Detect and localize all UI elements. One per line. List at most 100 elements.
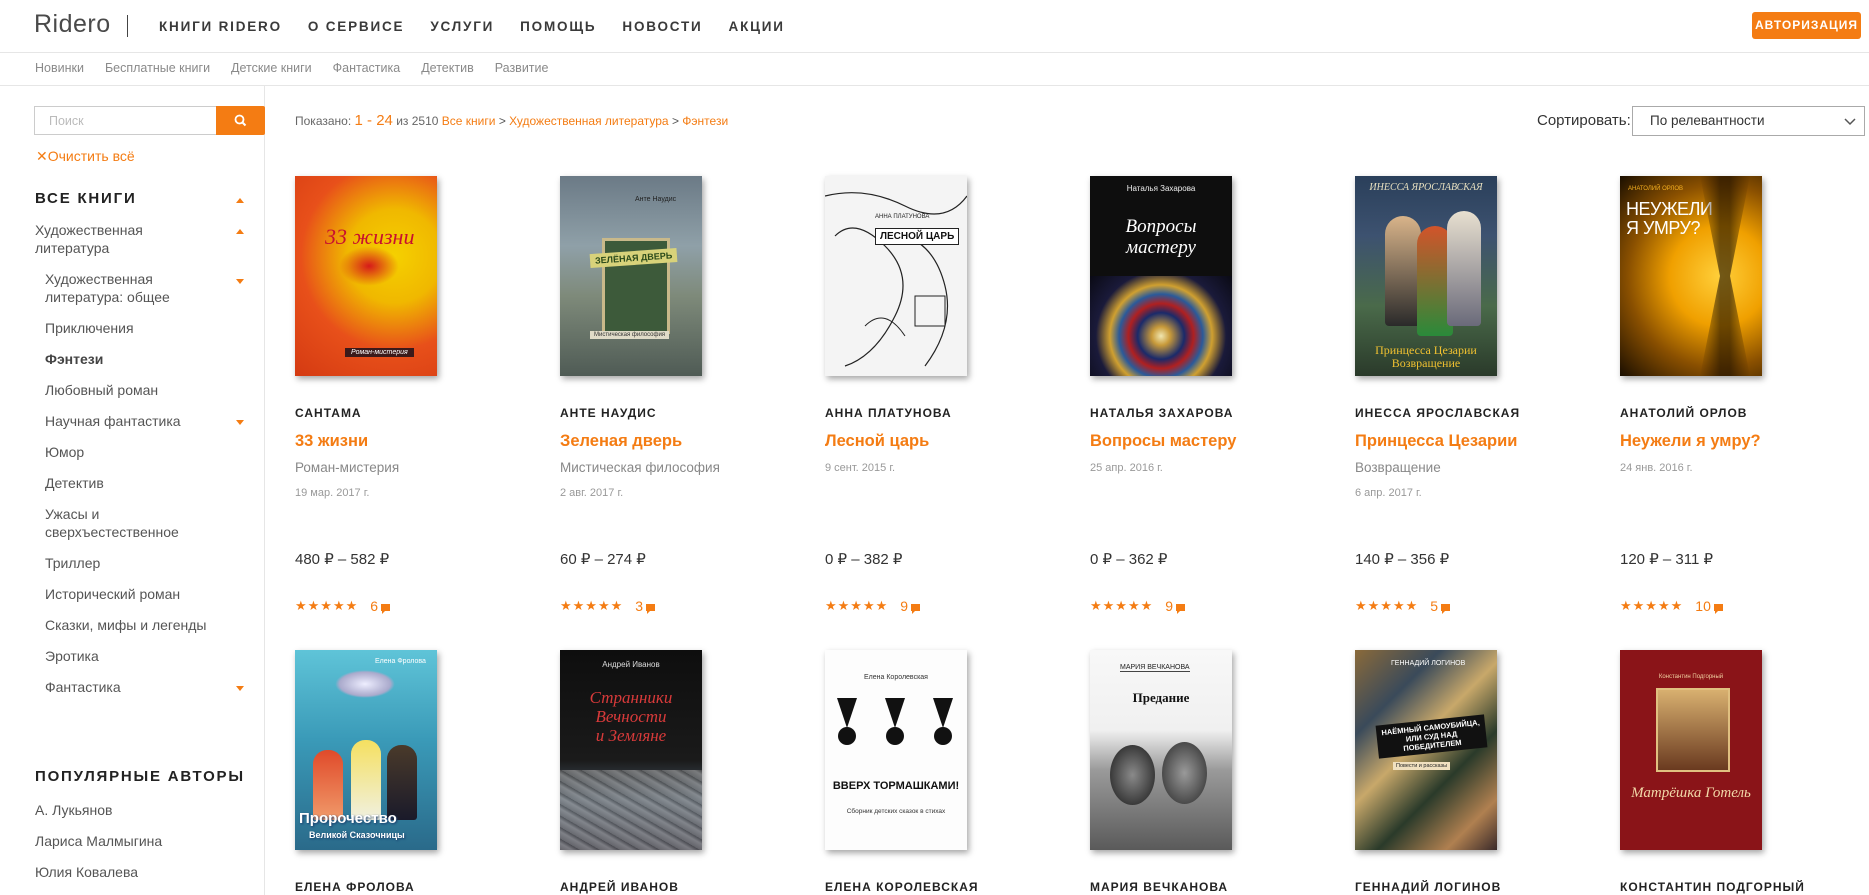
- category-thriller[interactable]: Триллер: [45, 554, 100, 572]
- book-title[interactable]: Вопросы мастеру: [1090, 432, 1236, 451]
- review-count[interactable]: 3: [635, 598, 643, 614]
- nav-help[interactable]: ПОМОЩЬ: [520, 19, 596, 34]
- book-rating: ★★★★★ 3: [560, 598, 656, 614]
- book-cover[interactable]: Наталья Захарова Вопросы мастеру: [1090, 176, 1232, 376]
- category-science-fiction[interactable]: Научная фантастика: [45, 412, 181, 430]
- ridero-logo[interactable]: Ridero: [34, 10, 111, 39]
- category-fiction-general[interactable]: Художественная литература: общее: [45, 270, 205, 306]
- category-fantasy[interactable]: Фэнтези: [45, 350, 103, 368]
- book-date: 2 авг. 2017 г.: [560, 487, 624, 499]
- sort-dropdown[interactable]: По релевантности: [1632, 106, 1865, 136]
- breadcrumb-fantasy[interactable]: Фэнтези: [682, 114, 728, 128]
- book-author[interactable]: АННА ПЛАТУНОВА: [825, 406, 952, 420]
- breadcrumb-all-books[interactable]: Все книги: [442, 114, 496, 128]
- results-total: из 2510: [396, 114, 439, 128]
- main-nav: КНИГИ RIDERO О СЕРВИСЕ УСЛУГИ ПОМОЩЬ НОВ…: [159, 19, 811, 34]
- book-cover[interactable]: АННА ПЛАТУНОВА ЛЕСНОЙ ЦАРЬ: [825, 176, 967, 376]
- review-count[interactable]: 6: [370, 598, 378, 614]
- book-title[interactable]: Зеленая дверь: [560, 432, 682, 451]
- nav-services[interactable]: УСЛУГИ: [430, 19, 494, 34]
- book-cover[interactable]: 33 жизни Роман-мистерия: [295, 176, 437, 376]
- nav-books-ridero[interactable]: КНИГИ RIDERO: [159, 19, 282, 34]
- star-rating-icon: ★★★★★: [295, 598, 359, 613]
- popular-author-link[interactable]: Юлия Ковалева: [35, 864, 138, 880]
- popular-authors-heading: ПОПУЛЯРНЫЕ АВТОРЫ: [35, 768, 245, 785]
- subnav-sci-fi[interactable]: Фантастика: [333, 61, 401, 75]
- book-date: 24 янв. 2016 г.: [1620, 462, 1693, 474]
- category-fairy-tales[interactable]: Сказки, мифы и легенды: [45, 616, 206, 634]
- nav-about[interactable]: О СЕРВИСЕ: [308, 19, 404, 34]
- book-rating: ★★★★★ 6: [295, 598, 391, 614]
- search-icon: [234, 114, 247, 127]
- category-romance[interactable]: Любовный роман: [45, 381, 158, 399]
- book-cover[interactable]: Елена Фролова Пророчество Великой Сказоч…: [295, 650, 437, 850]
- book-title[interactable]: Лесной царь: [825, 432, 929, 451]
- collapse-arrow-icon[interactable]: [236, 198, 244, 203]
- book-cover[interactable]: Константин Подгорный Матрёшка Готель: [1620, 650, 1762, 850]
- book-author[interactable]: ЕЛЕНА КОРОЛЕВСКАЯ: [825, 880, 979, 894]
- comment-icon: [911, 604, 921, 614]
- clear-all-filters[interactable]: ✕Очистить всё: [36, 148, 135, 165]
- book-author[interactable]: ИНЕССА ЯРОСЛАВСКАЯ: [1355, 406, 1520, 420]
- category-humor[interactable]: Юмор: [45, 443, 84, 461]
- book-price: 0 ₽ – 362 ₽: [1090, 551, 1168, 568]
- category-fantastika[interactable]: Фантастика: [45, 678, 121, 696]
- book-author[interactable]: АНТЕ НАУДИС: [560, 406, 657, 420]
- results-summary: Показано: 1 - 24 из 2510 Все книги > Худ…: [295, 112, 729, 129]
- book-author[interactable]: КОНСТАНТИН ПОДГОРНЫЙ: [1620, 880, 1805, 894]
- book-author[interactable]: НАТАЛЬЯ ЗАХАРОВА: [1090, 406, 1233, 420]
- book-title[interactable]: Принцесса Цезарии: [1355, 432, 1517, 451]
- book-price: 120 ₽ – 311 ₽: [1620, 551, 1714, 568]
- review-count[interactable]: 5: [1430, 598, 1438, 614]
- book-cover[interactable]: АНАТОЛИЙ ОРЛОВ НЕУЖЕЛИ Я УМРУ?: [1620, 176, 1762, 376]
- sort-label: Сортировать:: [1537, 112, 1631, 129]
- expand-arrow-icon[interactable]: [236, 279, 244, 284]
- review-count[interactable]: 9: [900, 598, 908, 614]
- nav-news[interactable]: НОВОСТИ: [622, 19, 702, 34]
- subnav-new[interactable]: Новинки: [35, 61, 84, 75]
- search-input[interactable]: [34, 106, 216, 135]
- review-count[interactable]: 9: [1165, 598, 1173, 614]
- book-cover[interactable]: ГЕННАДИЙ ЛОГИНОВ НАЁМНЫЙ САМОУБИЙЦА, ИЛИ…: [1355, 650, 1497, 850]
- book-cover[interactable]: ИНЕССА ЯРОСЛАВСКАЯ Принцесса Цезарии Воз…: [1355, 176, 1497, 376]
- book-author[interactable]: ГЕННАДИЙ ЛОГИНОВ: [1355, 880, 1501, 894]
- book-author[interactable]: АНАТОЛИЙ ОРЛОВ: [1620, 406, 1747, 420]
- popular-author-link[interactable]: Лариса Малмыгина: [35, 833, 162, 849]
- book-rating: ★★★★★ 5: [1355, 598, 1451, 614]
- book-subtitle: Мистическая философия: [560, 460, 720, 475]
- category-fiction[interactable]: Художественная литература: [35, 221, 205, 257]
- login-button[interactable]: АВТОРИЗАЦИЯ: [1752, 12, 1861, 39]
- nav-promotions[interactable]: АКЦИИ: [729, 19, 785, 34]
- comment-icon: [381, 604, 391, 614]
- book-author[interactable]: АНДРЕЙ ИВАНОВ: [560, 880, 679, 894]
- sort-selected-value: По релевантности: [1650, 113, 1765, 128]
- book-cover[interactable]: МАРИЯ ВЕЧКАНОВА Предание: [1090, 650, 1232, 850]
- search-button[interactable]: [216, 106, 265, 135]
- category-adventure[interactable]: Приключения: [45, 319, 134, 337]
- book-author[interactable]: ЕЛЕНА ФРОЛОВА: [295, 880, 415, 894]
- review-count[interactable]: 10: [1695, 598, 1711, 614]
- book-author[interactable]: САНТАМА: [295, 406, 362, 420]
- collapse-arrow-icon[interactable]: [236, 229, 244, 234]
- book-cover[interactable]: Анте Наудис ЗЕЛЁНАЯ ДВЕРЬ Мистическая фи…: [560, 176, 702, 376]
- book-cover[interactable]: Елена Королевская ВВЕРХ ТОРМАШКАМИ! Сбор…: [825, 650, 967, 850]
- book-date: 19 мар. 2017 г.: [295, 487, 370, 499]
- popular-author-link[interactable]: А. Лукьянов: [35, 802, 112, 818]
- book-title[interactable]: 33 жизни: [295, 432, 368, 451]
- category-erotica[interactable]: Эротика: [45, 647, 99, 665]
- category-historical[interactable]: Исторический роман: [45, 585, 180, 603]
- subnav-kids-books[interactable]: Детские книги: [231, 61, 312, 75]
- book-title[interactable]: Неужели я умру?: [1620, 432, 1761, 451]
- category-detective[interactable]: Детектив: [45, 474, 104, 492]
- expand-arrow-icon[interactable]: [236, 420, 244, 425]
- breadcrumb-fiction[interactable]: Художественная литература: [509, 114, 668, 128]
- category-horror[interactable]: Ужасы и сверхъестественное: [45, 505, 205, 541]
- book-cover[interactable]: Андрей Иванов Странники Вечности и Земля…: [560, 650, 702, 850]
- subnav-detective[interactable]: Детектив: [421, 61, 474, 75]
- subnav-development[interactable]: Развитие: [495, 61, 549, 75]
- expand-arrow-icon[interactable]: [236, 686, 244, 691]
- book-author[interactable]: МАРИЯ ВЕЧКАНОВА: [1090, 880, 1228, 894]
- book-price: 140 ₽ – 356 ₽: [1355, 551, 1450, 568]
- subnav-free-books[interactable]: Бесплатные книги: [105, 61, 210, 75]
- all-books-heading[interactable]: ВСЕ КНИГИ: [35, 190, 137, 207]
